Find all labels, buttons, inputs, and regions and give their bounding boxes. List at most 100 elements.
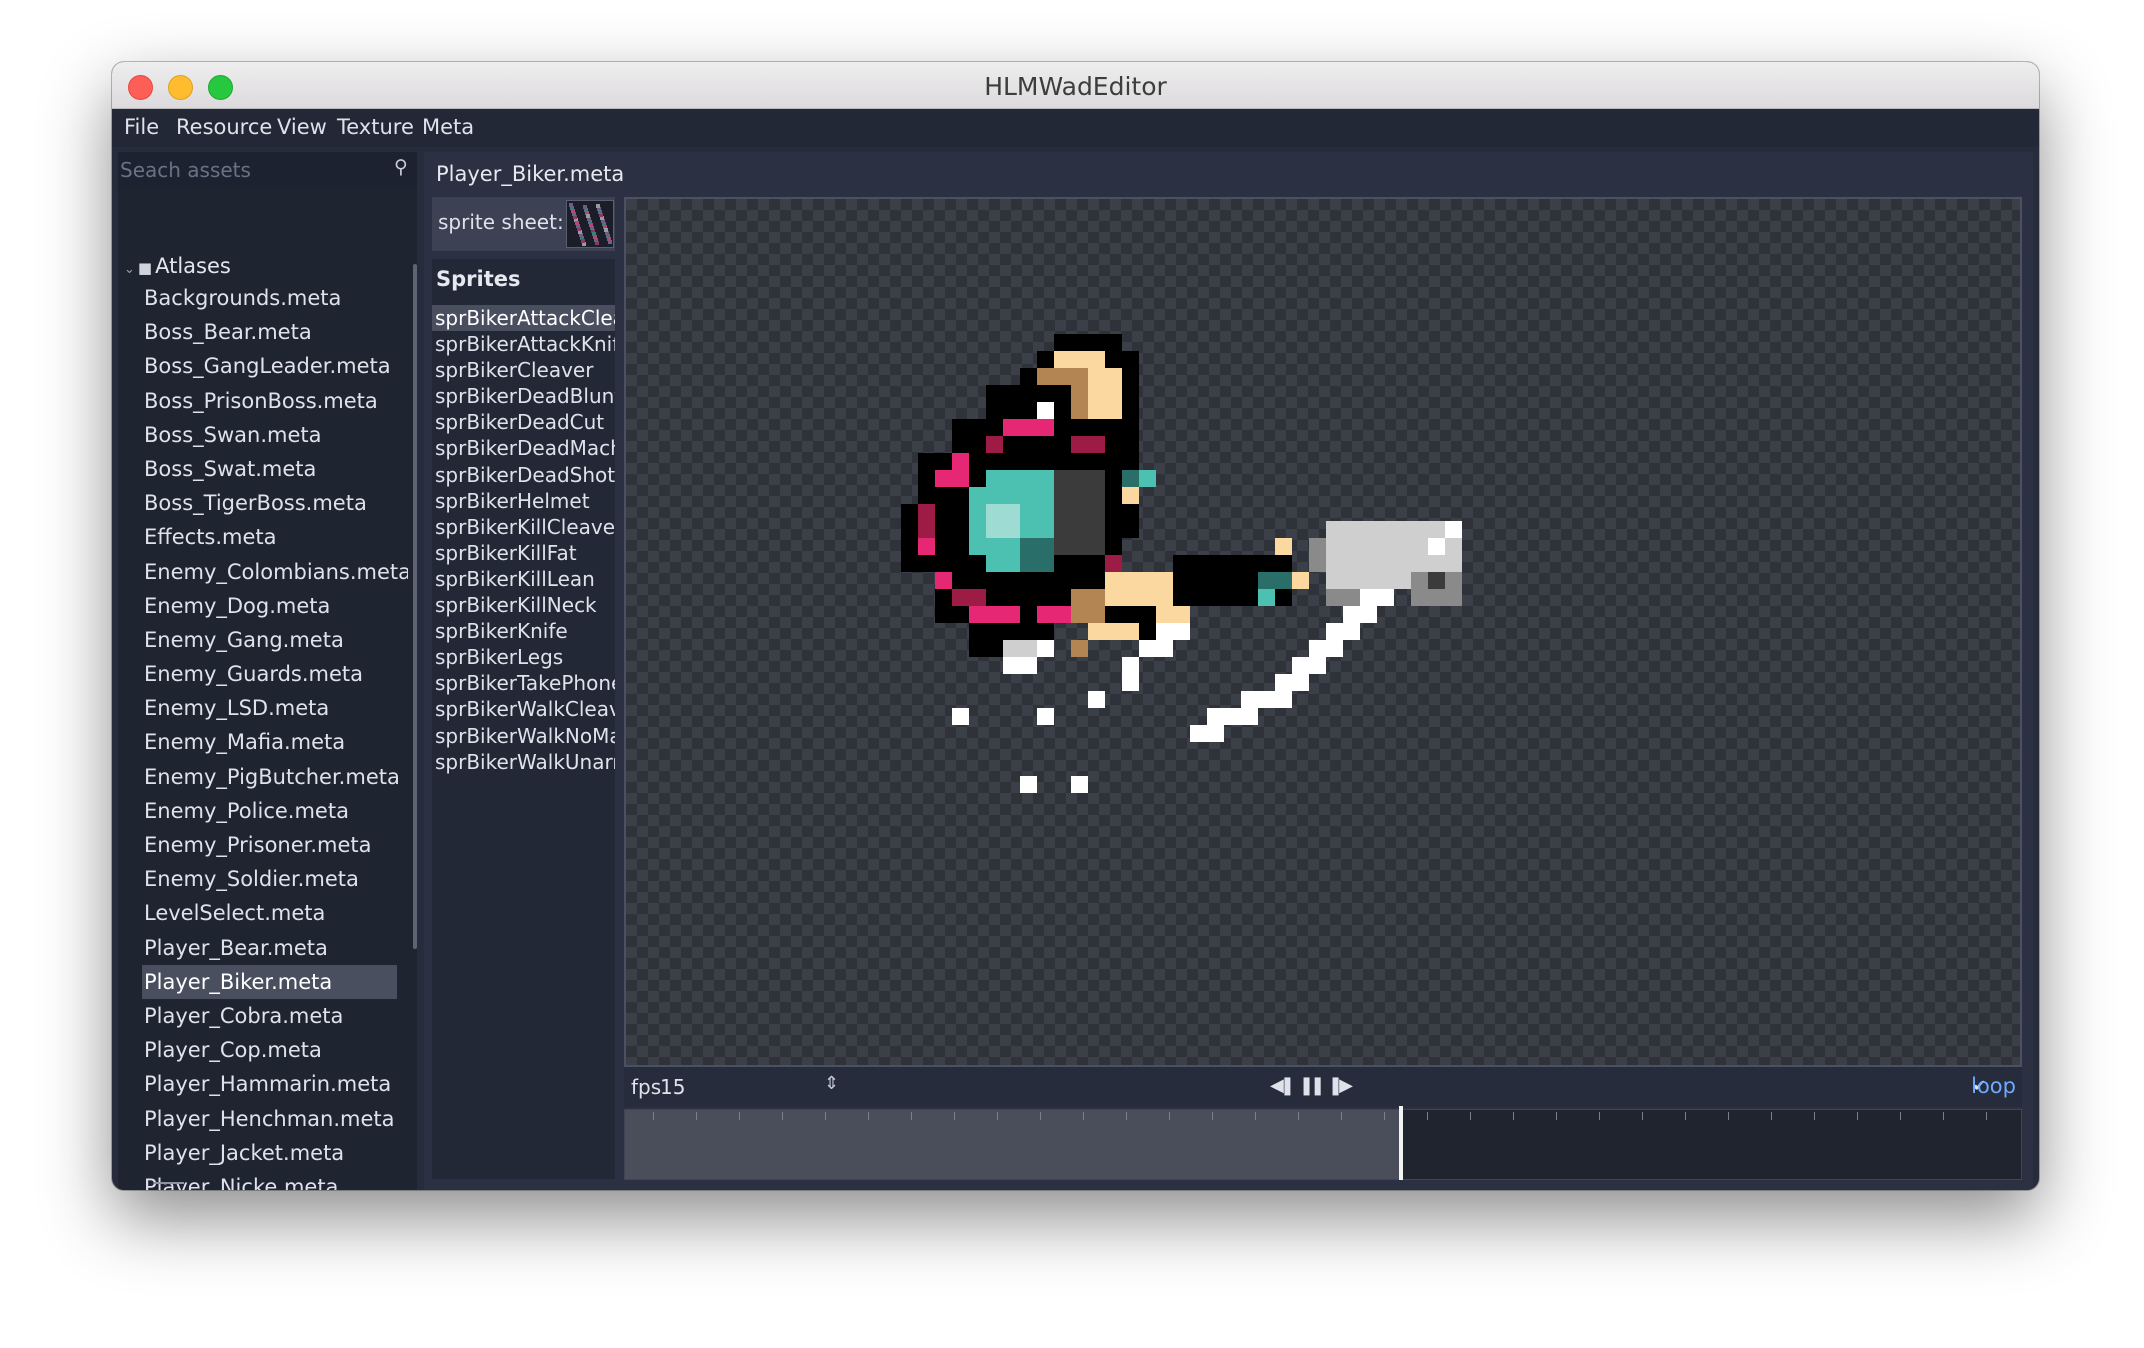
sprite-list-item[interactable]: sprBikerDeadShotgun — [432, 462, 615, 488]
chevron-down-icon[interactable]: ⌄ — [124, 262, 135, 277]
timeline-tick — [1685, 1112, 1686, 1120]
search-icon[interactable]: ⚲ — [394, 156, 408, 178]
menu-meta[interactable]: Meta — [422, 115, 474, 139]
timeline-tick — [1083, 1112, 1084, 1120]
timeline-tick — [696, 1112, 697, 1120]
sprite-list-item[interactable]: sprBikerCleaver — [432, 357, 615, 383]
sprite-list-item[interactable]: sprBikerKillCleaver — [432, 514, 615, 540]
pixel-pink — [935, 470, 952, 487]
sprite-list-item[interactable]: sprBikerWalkNoMask — [432, 723, 615, 749]
sprite-list-item[interactable]: sprBikerHelmet — [432, 488, 615, 514]
asset-list-item[interactable]: Backgrounds.meta — [118, 281, 408, 315]
asset-list-item[interactable]: Enemy_Soldier.meta — [118, 862, 408, 896]
thumbnail-pixel — [569, 203, 573, 207]
asset-list-item[interactable]: Enemy_Police.meta — [118, 794, 408, 828]
asset-list-item[interactable]: Boss_Bear.meta — [118, 315, 408, 349]
timeline-playhead[interactable] — [1399, 1106, 1403, 1180]
previous-frame-icon[interactable]: ◀❚ — [1270, 1075, 1295, 1096]
asset-list-item[interactable]: Boss_PrisonBoss.meta — [118, 384, 408, 418]
menu-file[interactable]: File — [124, 115, 159, 139]
pause-icon[interactable]: ❚❚ — [1299, 1075, 1325, 1096]
pixel-pink — [918, 504, 935, 538]
asset-list-item[interactable]: Player_Cop.meta — [118, 1033, 408, 1067]
sprite-sheet-thumbnail[interactable] — [566, 200, 614, 248]
pixel-white — [1037, 640, 1054, 657]
asset-list-item[interactable]: Enemy_LSD.meta — [118, 691, 408, 725]
next-frame-icon[interactable]: ❚▶ — [1328, 1075, 1353, 1096]
menu-resource[interactable]: Resource — [176, 115, 272, 139]
asset-list-item[interactable]: Enemy_Gang.meta — [118, 623, 408, 657]
file-title: Player_Biker.meta — [436, 162, 625, 186]
asset-list-item[interactable]: LevelSelect.meta — [118, 896, 408, 930]
asset-list-item[interactable]: Player_Jacket.meta — [118, 1136, 408, 1170]
sprite-list-item[interactable]: sprBikerWalkCleaver — [432, 696, 615, 722]
timeline-tick — [1298, 1112, 1299, 1120]
asset-list-item[interactable]: Enemy_Mafia.meta — [118, 725, 408, 759]
sprite-list-item[interactable]: sprBikerKillNeck — [432, 592, 615, 618]
pixel-white — [1037, 402, 1054, 419]
sprite-list-item[interactable]: sprBikerDeadBlunt — [432, 383, 615, 409]
timeline-tick — [1212, 1112, 1213, 1120]
pixel-trail — [1360, 589, 1394, 606]
asset-list: Backgrounds.meta Boss_Bear.meta Boss_GangL… — [118, 281, 408, 1190]
pixel-teal — [1258, 572, 1292, 589]
pixel-debris — [1071, 776, 1088, 793]
asset-list-item[interactable]: Enemy_Dog.meta — [118, 589, 408, 623]
pixel-trail — [1156, 623, 1190, 640]
thumbnail-pixel — [586, 214, 590, 218]
fps-spinner-icon[interactable]: ⇕ — [824, 1073, 839, 1094]
timeline-tick — [1986, 1112, 1987, 1120]
asset-list-item[interactable]: Enemy_Guards.meta — [118, 657, 408, 691]
asset-list-item[interactable]: Player_Hammarin.meta — [118, 1067, 408, 1101]
sprite-list-item[interactable]: sprBikerKillLean — [432, 566, 615, 592]
sprite-list: sprBikerAttackCleaversprBikerAttackKnife… — [432, 305, 615, 775]
asset-list-item[interactable]: Boss_GangLeader.meta — [118, 349, 408, 383]
pixel-skin — [1071, 589, 1105, 623]
menu-view[interactable]: View — [277, 115, 327, 139]
asset-list-item[interactable]: Enemy_PigButcher.meta — [118, 760, 408, 794]
fps-input[interactable]: 15 — [660, 1075, 685, 1099]
pixel-pink — [918, 538, 935, 555]
sprite-list-item[interactable]: sprBikerKnife — [432, 618, 615, 644]
sprite-list-item[interactable]: sprBikerKillFat — [432, 540, 615, 566]
pixel-trail — [1309, 640, 1343, 657]
asset-list-item[interactable]: Enemy_Colombians.meta — [118, 555, 408, 589]
sprite-list-item[interactable]: sprBikerTakePhone — [432, 670, 615, 696]
thumbnail-pixel — [575, 221, 579, 225]
asset-list-item[interactable]: Player_Bear.meta — [118, 931, 408, 965]
asset-list-item[interactable]: Player_Henchman.meta — [118, 1102, 408, 1136]
menu-texture[interactable]: Texture — [337, 115, 414, 139]
search-input[interactable] — [118, 152, 417, 188]
asset-list-item[interactable]: Boss_Swan.meta — [118, 418, 408, 452]
asset-list-item[interactable]: Enemy_Prisoner.meta — [118, 828, 408, 862]
asset-list-item[interactable]: Boss_TigerBoss.meta — [118, 486, 408, 520]
timeline-tick — [1470, 1112, 1471, 1120]
asset-list-item[interactable]: Player_Cobra.meta — [118, 999, 408, 1033]
pixel-skin — [1054, 351, 1105, 368]
pixel-outline — [986, 385, 1037, 419]
asset-list-item[interactable]: Boss_Swat.meta — [118, 452, 408, 486]
pixel-skin — [1275, 538, 1292, 555]
timeline-tick — [1900, 1112, 1901, 1120]
asset-list-item[interactable]: Effects.meta — [118, 520, 408, 554]
loop-label[interactable]: loop — [1971, 1074, 2016, 1098]
asset-list-item[interactable]: Player_Biker.meta — [142, 964, 397, 999]
asset-browser: ⚲ ⌄■Atlases Backgrounds.metaBoss_Bear.me… — [118, 152, 417, 1190]
sprite-list-item[interactable]: sprBikerAttackCleaver — [432, 305, 615, 332]
pixel-debris — [952, 708, 969, 725]
pixel-teal-dark — [1020, 538, 1054, 572]
tree-folder-atlases[interactable]: ⌄ ■ Atlases — [124, 254, 231, 278]
sprite-list-item[interactable]: sprBikerAttackKnife — [432, 331, 615, 357]
thumbnail-pixel — [581, 239, 585, 243]
sprite-preview-canvas[interactable] — [624, 197, 2022, 1067]
app-window: HLMWadEditor File Resource View Texture … — [112, 62, 2039, 1190]
sprite-list-item[interactable]: sprBikerDeadMachinegun — [432, 435, 615, 461]
sprite-list-item[interactable]: sprBikerWalkUnarmed — [432, 749, 615, 775]
sprite-list-item[interactable]: sprBikerDeadCut — [432, 409, 615, 435]
pixel-shadow — [1054, 470, 1105, 555]
asset-list-scrollbar[interactable] — [413, 264, 417, 949]
sprite-list-item[interactable]: sprBikerLegs — [432, 644, 615, 670]
timeline[interactable] — [624, 1106, 2022, 1180]
pixel-outline — [1428, 572, 1445, 589]
pixel-trail — [1139, 640, 1173, 657]
